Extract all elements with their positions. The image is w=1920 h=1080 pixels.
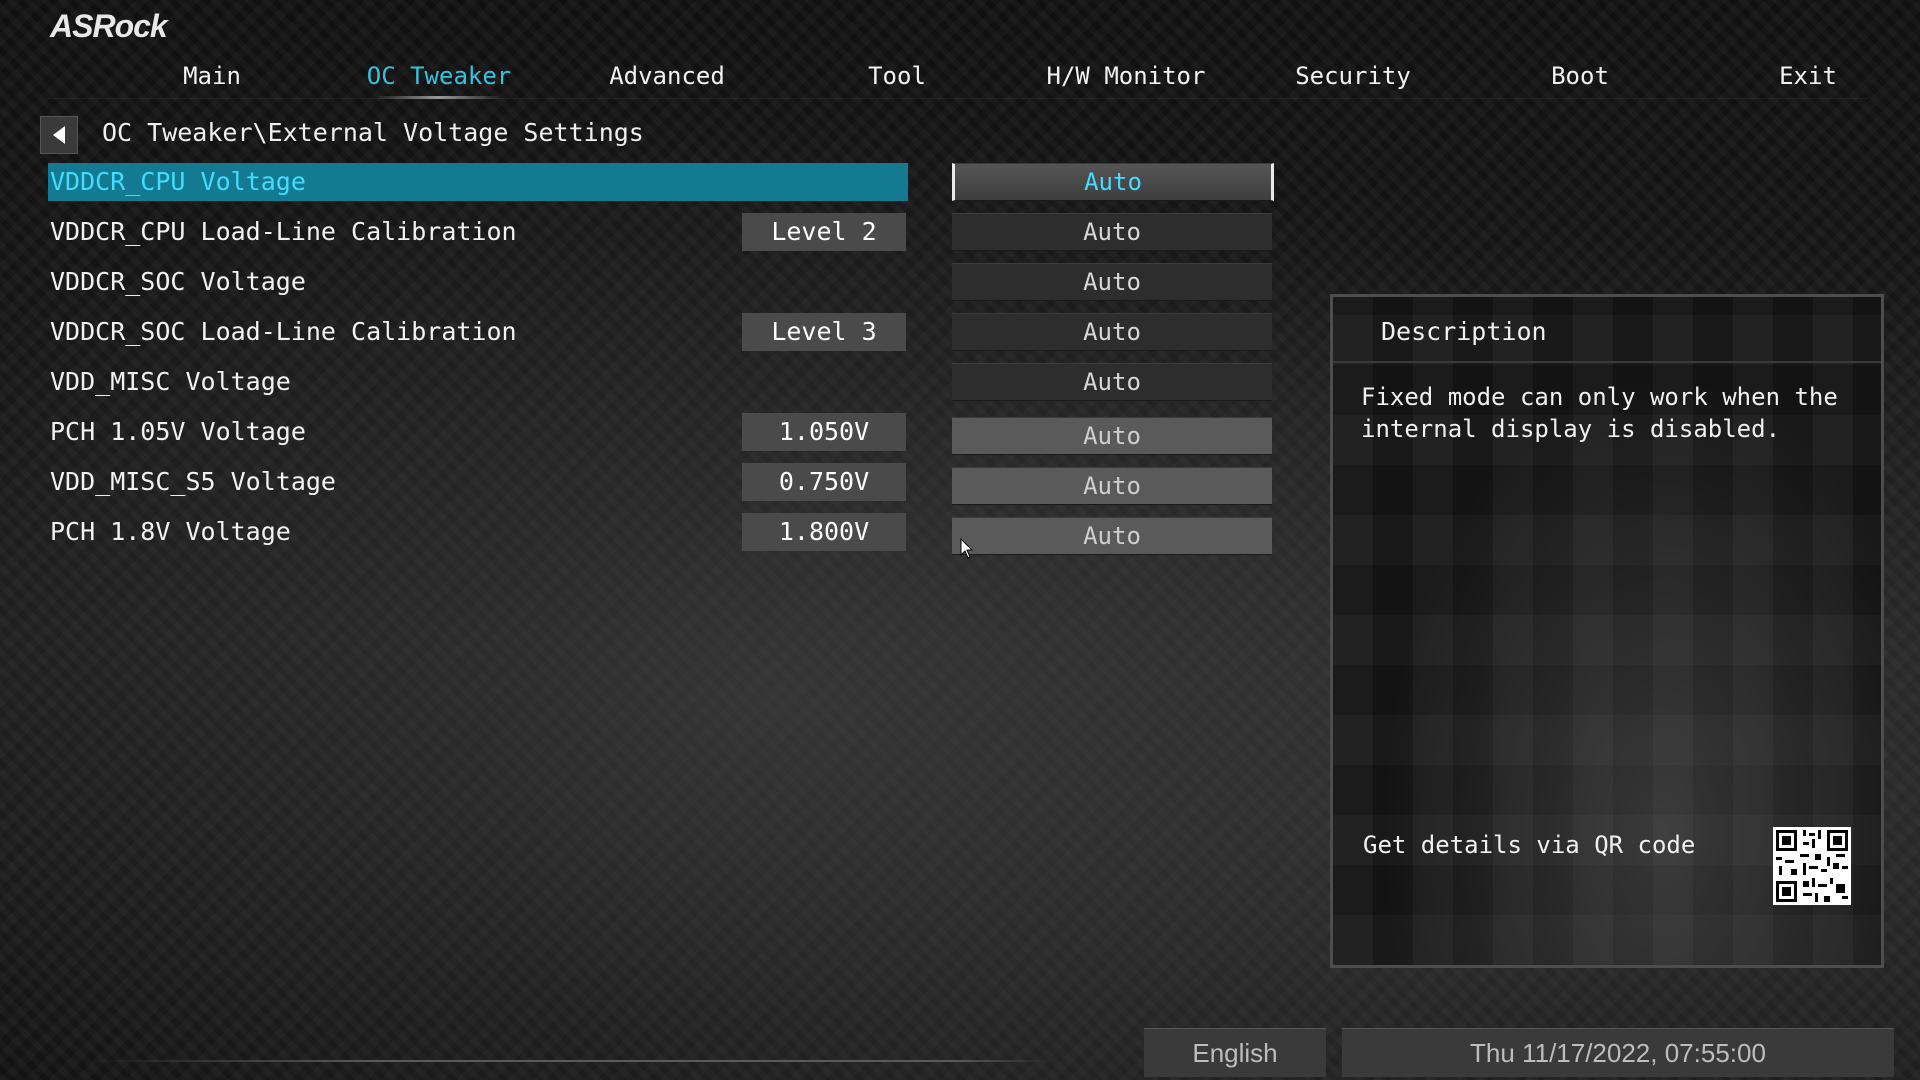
tab-tool[interactable]: Tool xyxy=(797,62,997,90)
setting-row-pch-18v-voltage[interactable]: PCH 1.8V Voltage 1.800V Auto xyxy=(48,513,1278,555)
setting-option-button[interactable]: Auto xyxy=(952,467,1272,505)
current-value: 1.050V xyxy=(742,413,906,451)
current-value: 1.800V xyxy=(742,513,906,551)
setting-row-pch-105v-voltage[interactable]: PCH 1.05V Voltage 1.050V Auto xyxy=(48,413,1278,455)
back-arrow-icon xyxy=(53,126,65,144)
top-nav: Main OC Tweaker Advanced Tool H/W Monito… xyxy=(48,56,1868,99)
current-value: 0.750V xyxy=(742,463,906,501)
tab-oc-tweaker[interactable]: OC Tweaker xyxy=(339,62,539,90)
tab-exit[interactable]: Exit xyxy=(1708,62,1908,90)
current-value: Level 2 xyxy=(742,213,906,251)
setting-label[interactable]: VDD_MISC Voltage xyxy=(48,363,908,401)
setting-label[interactable]: VDDCR_CPU Voltage xyxy=(48,163,908,201)
footer-decoration xyxy=(90,1060,1050,1062)
language-button[interactable]: English xyxy=(1144,1028,1326,1077)
description-title: Description xyxy=(1381,317,1547,346)
setting-option-button[interactable]: Auto xyxy=(952,417,1272,455)
breadcrumb: OC Tweaker\External Voltage Settings xyxy=(102,118,644,147)
asrock-logo: ASRock xyxy=(50,8,168,44)
qr-label: Get details via QR code xyxy=(1363,831,1696,859)
setting-option-button[interactable]: Auto xyxy=(952,263,1272,301)
setting-row-vddcr-cpu-voltage[interactable]: VDDCR_CPU Voltage Auto xyxy=(48,163,1278,201)
tab-boot[interactable]: Boot xyxy=(1480,62,1680,90)
setting-option-button[interactable]: Auto xyxy=(952,363,1272,401)
current-value: Level 3 xyxy=(742,313,906,351)
setting-label[interactable]: VDDCR_SOC Voltage xyxy=(48,263,908,301)
datetime-display: Thu 11/17/2022, 07:55:00 xyxy=(1342,1028,1894,1077)
setting-row-vdd-misc-s5-voltage[interactable]: VDD_MISC_S5 Voltage 0.750V Auto xyxy=(48,463,1278,505)
setting-row-vdd-misc-voltage[interactable]: VDD_MISC Voltage Auto xyxy=(48,363,1278,401)
description-panel: Description Fixed mode can only work whe… xyxy=(1330,294,1884,968)
setting-row-vddcr-soc-llc[interactable]: VDDCR_SOC Load-Line Calibration Level 3 … xyxy=(48,313,1278,351)
setting-option-button[interactable]: Auto xyxy=(952,163,1274,201)
tab-advanced[interactable]: Advanced xyxy=(567,62,767,90)
tab-security[interactable]: Security xyxy=(1253,62,1453,90)
description-text: Fixed mode can only work when the intern… xyxy=(1361,383,1838,443)
tab-main[interactable]: Main xyxy=(112,62,312,90)
setting-option-button[interactable]: Auto xyxy=(952,213,1272,251)
setting-option-button[interactable]: Auto xyxy=(952,313,1272,351)
back-button[interactable] xyxy=(40,116,78,154)
setting-row-vddcr-cpu-llc[interactable]: VDDCR_CPU Load-Line Calibration Level 2 … xyxy=(48,213,1278,251)
tab-hw-monitor[interactable]: H/W Monitor xyxy=(1026,62,1226,90)
setting-option-button[interactable]: Auto xyxy=(952,517,1272,555)
qr-code-icon[interactable] xyxy=(1773,827,1851,905)
setting-row-vddcr-soc-voltage[interactable]: VDDCR_SOC Voltage Auto xyxy=(48,263,1278,301)
description-header: Description xyxy=(1333,297,1881,363)
